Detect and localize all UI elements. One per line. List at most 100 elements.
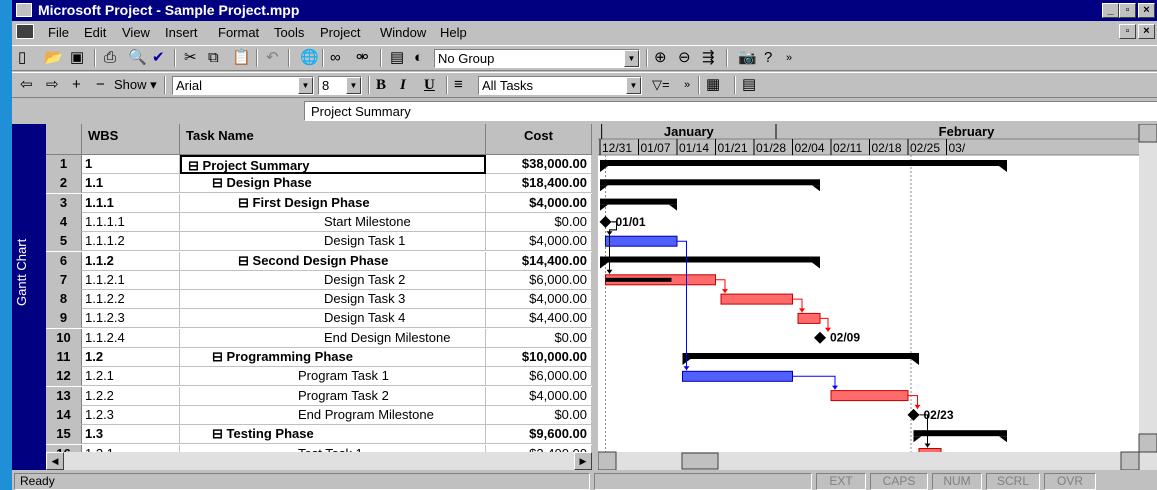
table-row[interactable]: 14 1.2.3 End Program Milestone $0.00 — [46, 405, 592, 425]
cut-icon[interactable]: ✂ — [184, 50, 197, 66]
table-row[interactable]: 5 1.1.1.2 Design Task 1 $4,000.00 — [46, 232, 592, 252]
collapse-toggle-icon[interactable]: ⊟ — [238, 253, 249, 268]
table-row[interactable]: 6 1.1.2 ⊟ Second Design Phase $14,400.00 — [46, 251, 592, 271]
gantt-canvas[interactable]: January February 12/31 01/07 01/14 01/21 01/28… — [598, 124, 1157, 470]
wbs-cell[interactable]: 1.1.2.2 — [82, 290, 180, 310]
cost-cell[interactable]: $18,400.00 — [486, 174, 592, 194]
table-row[interactable]: 2 1.1 ⊟ Design Phase $18,400.00 — [46, 174, 592, 194]
cost-cell[interactable]: $6,000.00 — [486, 270, 592, 290]
print-icon[interactable]: ⎙ — [104, 50, 116, 66]
toolbar-overflow-icon[interactable]: » — [786, 50, 792, 66]
cost-cell[interactable]: $14,400.00 — [486, 251, 592, 271]
column-header-task-name[interactable]: Task Name — [180, 124, 486, 155]
collapse-toggle-icon[interactable]: ⊟ — [212, 426, 223, 441]
row-id[interactable]: 11 — [46, 348, 82, 367]
hide-subtasks-icon[interactable]: − — [96, 77, 105, 93]
show-subtasks-icon[interactable]: + — [72, 77, 81, 93]
cost-cell[interactable]: $4,400.00 — [486, 309, 592, 329]
print-preview-icon[interactable]: 🔍 — [128, 50, 147, 66]
sheet-horizontal-scrollbar[interactable]: ◀ ▶ — [46, 452, 592, 470]
group-select[interactable]: No Group ▼ — [434, 49, 640, 68]
cost-cell[interactable]: $10,000.00 — [486, 348, 592, 367]
task-name-cell[interactable]: ⊟ First Design Phase — [180, 193, 486, 213]
link-tasks-icon[interactable]: ∞ — [330, 50, 341, 66]
task-name-cell[interactable]: ⊟ Programming Phase — [180, 348, 486, 367]
row-id[interactable]: 7 — [46, 270, 82, 290]
row-id[interactable]: 1 — [46, 155, 82, 174]
row-id[interactable]: 8 — [46, 290, 82, 310]
doc-restore-button[interactable]: ▫ — [1119, 24, 1136, 39]
bold-button[interactable]: B — [376, 77, 386, 93]
cost-cell[interactable]: $4,000.00 — [486, 232, 592, 252]
cost-cell[interactable]: $9,600.00 — [486, 425, 592, 445]
task-name-cell[interactable]: ⊟ Second Design Phase — [180, 251, 486, 271]
cost-cell[interactable]: $0.00 — [486, 328, 592, 348]
autofilter-button[interactable]: ▽= — [652, 77, 670, 93]
cost-cell[interactable]: $4,000.00 — [486, 193, 592, 213]
table-row[interactable]: 10 1.1.2.4 End Design Milestone $0.00 — [46, 328, 592, 348]
wbs-cell[interactable]: 1.1.1.2 — [82, 232, 180, 252]
wbs-cell[interactable]: 1.1 — [82, 174, 180, 194]
row-id[interactable]: 9 — [46, 309, 82, 329]
italic-button[interactable]: I — [400, 77, 406, 93]
table-row[interactable]: 8 1.1.2.2 Design Task 3 $4,000.00 — [46, 290, 592, 310]
task-name-cell[interactable]: Design Task 3 — [180, 290, 486, 310]
close-button[interactable]: × — [1138, 3, 1155, 18]
wbs-cell[interactable]: 1.1.1 — [82, 193, 180, 213]
network-diagram-icon[interactable]: ▤ — [742, 77, 756, 93]
copy-picture-icon[interactable]: 📷 — [738, 50, 757, 66]
go-to-selected-task-icon[interactable]: ⇶ — [702, 50, 715, 66]
wbs-cell[interactable]: 1.2.3 — [82, 405, 180, 425]
gantt-chart-wizard-icon[interactable]: ▦ — [706, 77, 720, 93]
task-name-cell[interactable]: End Program Milestone — [180, 405, 486, 425]
cost-cell[interactable]: $4,000.00 — [486, 386, 592, 406]
table-row[interactable]: 13 1.2.2 Program Task 2 $4,000.00 — [46, 386, 592, 406]
doc-close-button[interactable]: × — [1138, 24, 1155, 39]
task-name-cell[interactable]: Design Task 1 — [180, 232, 486, 252]
task-name-cell[interactable]: ⊟ Testing Phase — [180, 425, 486, 445]
wbs-cell[interactable]: 1.2.1 — [82, 367, 180, 387]
collapse-toggle-icon[interactable]: ⊟ — [238, 195, 249, 210]
notes-icon[interactable]: ◐ — [414, 50, 423, 66]
align-left-icon[interactable]: ≡ — [454, 77, 463, 93]
collapse-toggle-icon[interactable]: ⊟ — [188, 158, 199, 172]
copy-icon[interactable]: ⧉ — [208, 50, 219, 66]
row-id[interactable]: 6 — [46, 251, 82, 271]
cost-cell[interactable]: $38,000.00 — [486, 155, 592, 174]
menu-insert[interactable]: Insert — [165, 25, 198, 40]
row-id[interactable]: 4 — [46, 212, 82, 232]
select-all-corner[interactable] — [46, 124, 82, 155]
row-id[interactable]: 10 — [46, 328, 82, 348]
underline-button[interactable]: U — [424, 77, 435, 93]
task-name-cell[interactable]: End Design Milestone — [180, 328, 486, 348]
show-button[interactable]: Show ▾ — [114, 77, 157, 93]
row-id[interactable]: 3 — [46, 193, 82, 213]
table-row[interactable]: 4 1.1.1.1 Start Milestone $0.00 — [46, 212, 592, 232]
collapse-toggle-icon[interactable]: ⊟ — [212, 175, 223, 190]
wbs-cell[interactable]: 1.3 — [82, 425, 180, 445]
font-name-select[interactable]: Arial ▼ — [172, 76, 314, 95]
task-name-cell[interactable]: ⊟ Design Phase — [180, 174, 486, 194]
scroll-right-icon[interactable]: ▶ — [574, 452, 592, 470]
row-id[interactable]: 12 — [46, 367, 82, 387]
dropdown-arrow-icon[interactable]: ▼ — [626, 77, 641, 94]
menu-window[interactable]: Window — [380, 25, 426, 40]
app-icon[interactable] — [16, 3, 32, 17]
restore-button[interactable]: ▫ — [1119, 3, 1136, 18]
dropdown-arrow-icon[interactable]: ▼ — [298, 77, 313, 94]
menu-help[interactable]: Help — [440, 25, 467, 40]
row-id[interactable]: 13 — [46, 386, 82, 406]
view-bar[interactable]: Gantt Chart — [12, 124, 46, 470]
undo-icon[interactable]: ↶ — [266, 50, 279, 66]
task-name-cell[interactable]: Program Task 2 — [180, 386, 486, 406]
insert-hyperlink-icon[interactable]: 🌐 — [300, 50, 319, 66]
task-name-cell[interactable]: Start Milestone — [180, 212, 486, 232]
help-icon[interactable]: ? — [764, 50, 772, 66]
table-row[interactable]: 1 1 ⊟ Project Summary $38,000.00 — [46, 155, 592, 174]
row-id[interactable]: 14 — [46, 405, 82, 425]
menu-format[interactable]: Format — [218, 25, 259, 40]
spelling-icon[interactable]: ✔ — [152, 50, 165, 66]
zoom-out-icon[interactable]: ⊖ — [678, 50, 691, 66]
toolbar-overflow-icon[interactable]: » — [684, 77, 690, 93]
task-name-cell[interactable]: Program Task 1 — [180, 367, 486, 387]
